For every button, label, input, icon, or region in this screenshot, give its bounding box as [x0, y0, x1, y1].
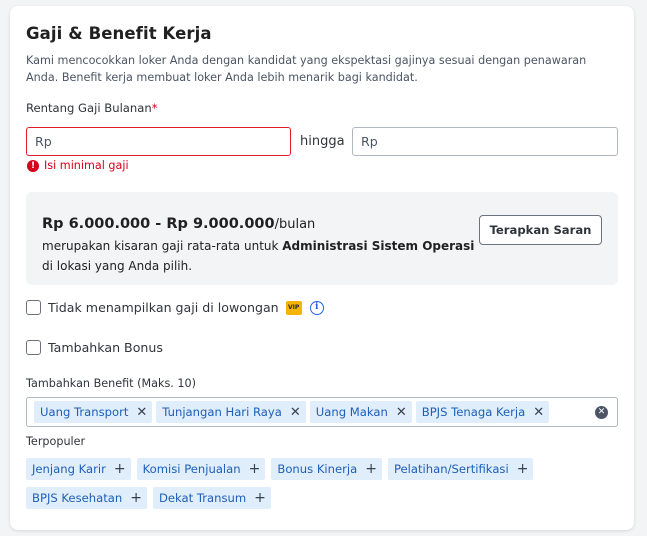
min-salary-input[interactable]: Rp — [26, 127, 291, 156]
error-icon: ! — [27, 159, 39, 172]
salary-range-label: Rentang Gaji Bulanan* — [26, 101, 158, 115]
suggestion-job-title: Administrasi Sistem Operasi — [282, 239, 475, 253]
salary-suggestion-box: Rp 6.000.000 - Rp 9.000.000/bulan merupa… — [26, 192, 618, 285]
add-bonus-option: Tambahkan Bonus — [26, 340, 163, 355]
plus-icon: + — [516, 461, 529, 477]
popular-benefits: Jenjang Karir + Komisi Penjualan + Bonus K… — [26, 458, 586, 516]
popular-label: Terpopuler — [26, 435, 86, 448]
clear-icon[interactable]: ✕ — [595, 406, 608, 419]
close-icon[interactable]: ✕ — [396, 405, 407, 420]
close-icon[interactable]: ✕ — [533, 405, 544, 420]
close-icon[interactable]: ✕ — [136, 405, 147, 420]
selected-benefits: Uang Transport ✕ Tunjangan Hari Raya ✕ Uan… — [34, 401, 550, 423]
section-title: Gaji & Benefit Kerja — [26, 24, 212, 43]
add-bonus-label[interactable]: Tambahkan Bonus — [48, 340, 163, 355]
benefit-chip: Uang Makan ✕ — [309, 401, 412, 423]
popular-benefit-chip[interactable]: Bonus Kinerja + — [271, 458, 382, 480]
section-description: Kami mencocokkan loker Anda dengan kandi… — [26, 54, 587, 84]
vip-badge-icon: VIP — [285, 300, 302, 315]
popular-chip-label: Komisi Penjualan — [142, 462, 241, 476]
popular-chip-label: Bonus Kinerja — [277, 462, 358, 476]
benefit-label: Tambahkan Benefit (Maks. 10) — [26, 377, 196, 390]
plus-icon: + — [113, 461, 126, 477]
error-text: Isi minimal gaji — [44, 159, 129, 172]
benefit-chip-label: Uang Makan — [315, 405, 388, 419]
range-separator: hingga — [300, 134, 345, 149]
plus-icon: + — [365, 461, 377, 477]
popular-benefit-chip[interactable]: Komisi Penjualan + — [136, 458, 266, 480]
popular-benefit-chip[interactable]: BPJS Kesehatan + — [26, 487, 147, 509]
plus-icon: + — [254, 490, 266, 506]
suggestion-text: merupakan kisaran gaji rata-rata untuk A… — [42, 239, 474, 253]
popular-chip-label: Dekat Transum — [158, 491, 247, 505]
suggestion-text-suffix: di lokasi yang Anda pilih. — [42, 259, 193, 273]
hide-salary-label[interactable]: Tidak menampilkan gaji di lowongan — [48, 300, 279, 315]
popular-chip-label: Pelatihan/Sertifikasi — [393, 462, 509, 476]
plus-icon: + — [248, 461, 261, 477]
hide-salary-checkbox[interactable] — [26, 300, 41, 315]
benefit-chip-label: BPJS Tenaga Kerja — [421, 405, 526, 419]
popular-benefit-chip[interactable]: Pelatihan/Sertifikasi + — [387, 458, 534, 480]
benefit-chip-label: Uang Transport — [40, 405, 129, 419]
suggested-range-value: Rp 6.000.000 - Rp 9.000.000 — [42, 216, 275, 232]
salary-benefit-card: Gaji & Benefit Kerja Kami mencocokkan lo… — [10, 6, 634, 530]
hide-salary-option: Tidak menampilkan gaji di lowongan VIP i — [26, 300, 324, 315]
salary-label-text: Rentang Gaji Bulanan — [26, 101, 152, 115]
suggestion-text-prefix: merupakan kisaran gaji rata-rata untuk — [42, 239, 283, 253]
suggested-range: Rp 6.000.000 - Rp 9.000.000/bulan — [42, 216, 315, 232]
popular-benefit-chip[interactable]: Dekat Transum + — [152, 487, 271, 509]
add-bonus-checkbox[interactable] — [26, 340, 41, 355]
benefit-input[interactable]: Uang Transport ✕ Tunjangan Hari Raya ✕ Uan… — [26, 397, 618, 427]
max-salary-input[interactable]: Rp — [352, 127, 618, 156]
apply-suggestion-button[interactable]: Terapkan Saran — [479, 215, 602, 245]
popular-benefit-chip[interactable]: Jenjang Karir + — [26, 458, 131, 480]
required-mark: * — [151, 101, 158, 115]
info-icon[interactable]: i — [309, 300, 324, 315]
plus-icon: + — [130, 490, 142, 506]
suggested-range-unit: /bulan — [274, 217, 316, 232]
popular-chip-label: Jenjang Karir — [32, 462, 106, 476]
popular-chip-label: BPJS Kesehatan — [32, 491, 123, 505]
benefit-chip: Tunjangan Hari Raya ✕ — [156, 401, 306, 423]
close-icon[interactable]: ✕ — [290, 405, 301, 420]
benefit-chip-label: Tunjangan Hari Raya — [162, 405, 282, 419]
min-salary-error: ! Isi minimal gaji — [27, 159, 129, 172]
benefit-chip: BPJS Tenaga Kerja ✕ — [415, 401, 550, 423]
vip-badge-text: VIP — [288, 304, 300, 311]
benefit-chip: Uang Transport ✕ — [34, 401, 153, 423]
